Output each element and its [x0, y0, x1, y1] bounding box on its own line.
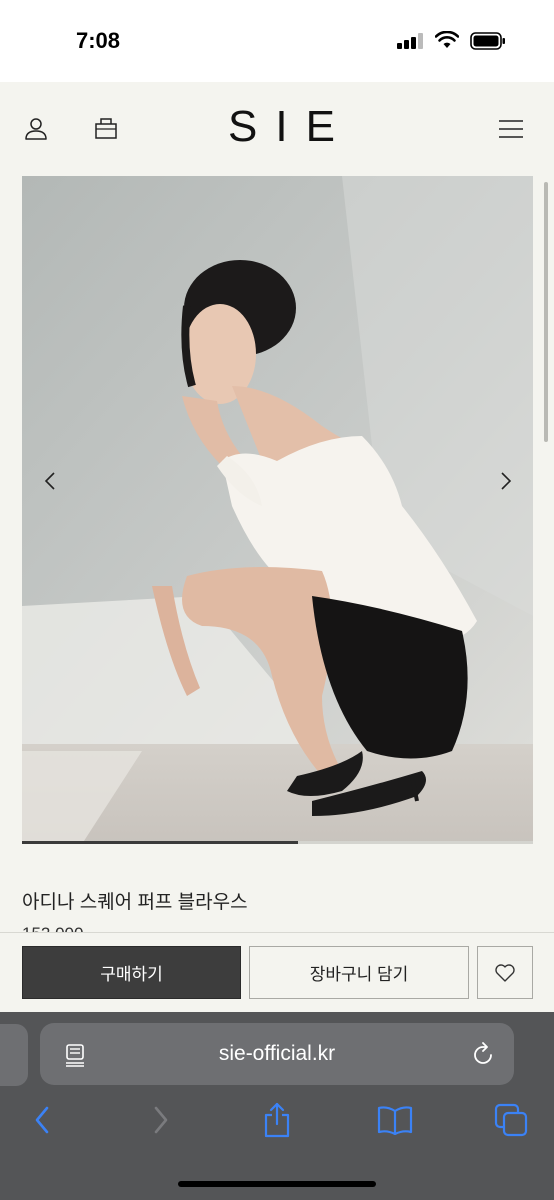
bookmarks-icon	[377, 1106, 413, 1135]
gallery-prev-button[interactable]	[38, 466, 62, 496]
product-photo[interactable]	[22, 176, 533, 844]
url-text: sie-official.kr	[218, 1042, 336, 1065]
share-icon	[264, 1102, 290, 1138]
status-time: 7:08	[76, 28, 121, 53]
purchase-action-bar: 구매하기 장바구니 담기	[0, 932, 554, 1012]
home-indicator	[178, 1181, 376, 1187]
page-scrollbar[interactable]	[544, 182, 548, 442]
product-photo-illustration	[22, 176, 533, 844]
tabs-icon	[494, 1103, 528, 1137]
cellular-signal-icon	[397, 33, 423, 49]
forward-icon	[154, 1106, 168, 1134]
share-button[interactable]	[257, 1100, 297, 1140]
gallery-progress-track	[22, 841, 533, 844]
back-icon	[35, 1106, 49, 1134]
previous-tab-preview[interactable]	[0, 1024, 28, 1086]
battery-icon	[470, 32, 505, 50]
gallery-progress-fill	[22, 841, 298, 844]
site-header: SIE	[0, 82, 554, 174]
menu-icon[interactable]	[499, 120, 523, 138]
wifi-icon	[435, 31, 459, 48]
shopping-bag-icon[interactable]	[94, 116, 118, 140]
browser-chrome: sie-official.kr	[0, 1012, 554, 1200]
back-button[interactable]	[22, 1100, 62, 1140]
user-icon[interactable]	[24, 116, 48, 140]
add-to-cart-button[interactable]: 장바구니 담기	[249, 946, 469, 999]
status-bar: 7:08	[0, 0, 554, 82]
tabs-button[interactable]	[491, 1100, 531, 1140]
heart-icon	[495, 963, 515, 982]
address-bar[interactable]: sie-official.kr	[40, 1023, 514, 1085]
browser-toolbar	[0, 1100, 554, 1150]
forward-button[interactable]	[141, 1100, 181, 1140]
web-page: SIE 아디나 스퀘어 퍼프 블라우스 구매하기 장바구니 담기	[0, 82, 554, 1012]
reload-icon[interactable]	[470, 1042, 496, 1068]
wishlist-button[interactable]	[477, 946, 533, 999]
chevron-left-icon	[44, 472, 55, 490]
site-logo[interactable]: SIE	[210, 102, 344, 152]
bookmarks-button[interactable]	[375, 1100, 415, 1140]
chevron-right-icon	[501, 472, 512, 490]
product-name: 아디나 스퀘어 퍼프 블라우스	[22, 892, 248, 913]
gallery-next-button[interactable]	[494, 466, 518, 496]
buy-now-button[interactable]: 구매하기	[22, 946, 241, 999]
